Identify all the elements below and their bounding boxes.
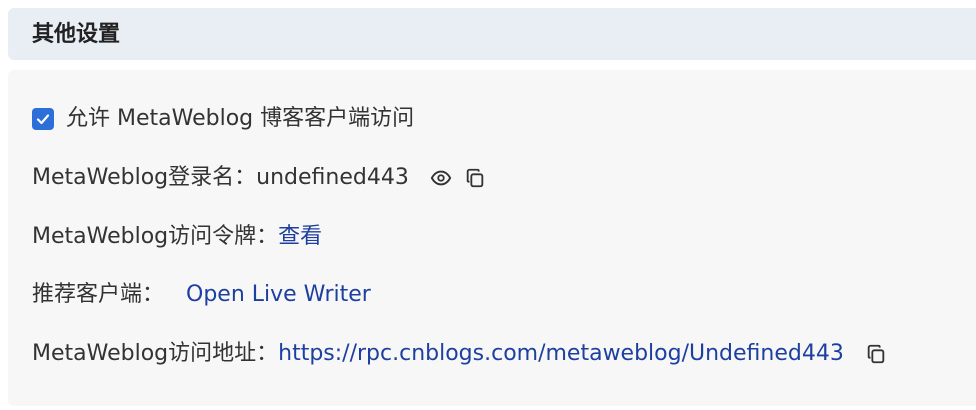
copy-icon — [867, 344, 885, 364]
access-token-label: MetaWeblog访问令牌： — [32, 224, 279, 249]
recommended-client-row: 推荐客户端： Open Live Writer — [32, 281, 371, 309]
login-name-value: undefined443 — [256, 165, 409, 190]
section-header: 其他设置 — [8, 8, 976, 60]
allow-metaweblog-label: 允许 MetaWeblog 博客客户端访问 — [66, 106, 415, 131]
eye-icon[interactable] — [429, 166, 453, 190]
allow-metaweblog-checkbox[interactable] — [32, 108, 54, 130]
access-url-label: MetaWeblog访问地址： — [32, 341, 279, 366]
view-token-link[interactable]: 查看 — [278, 223, 322, 251]
recommended-client-label: 推荐客户端： — [32, 282, 165, 307]
login-name-label: MetaWeblog登录名： — [32, 165, 257, 190]
section-title: 其他设置 — [32, 22, 121, 47]
login-name-row: MetaWeblog登录名： undefined443 — [32, 164, 487, 192]
allow-metaweblog-row[interactable]: 允许 MetaWeblog 博客客户端访问 — [32, 105, 414, 133]
open-live-writer-link[interactable]: Open Live Writer — [186, 281, 371, 309]
copy-access-url-button[interactable] — [864, 342, 888, 366]
access-token-row: MetaWeblog访问令牌： 查看 — [32, 223, 322, 251]
copy-login-name-button[interactable] — [463, 166, 487, 190]
access-url-row: MetaWeblog访问地址： https://rpc.cnblogs.com/… — [32, 340, 888, 368]
access-url-link[interactable]: https://rpc.cnblogs.com/metaweblog/Undef… — [278, 340, 844, 368]
checkmark-icon — [36, 114, 50, 125]
copy-icon — [466, 168, 484, 188]
settings-panel: 允许 MetaWeblog 博客客户端访问 MetaWeblog登录名： und… — [8, 70, 976, 406]
